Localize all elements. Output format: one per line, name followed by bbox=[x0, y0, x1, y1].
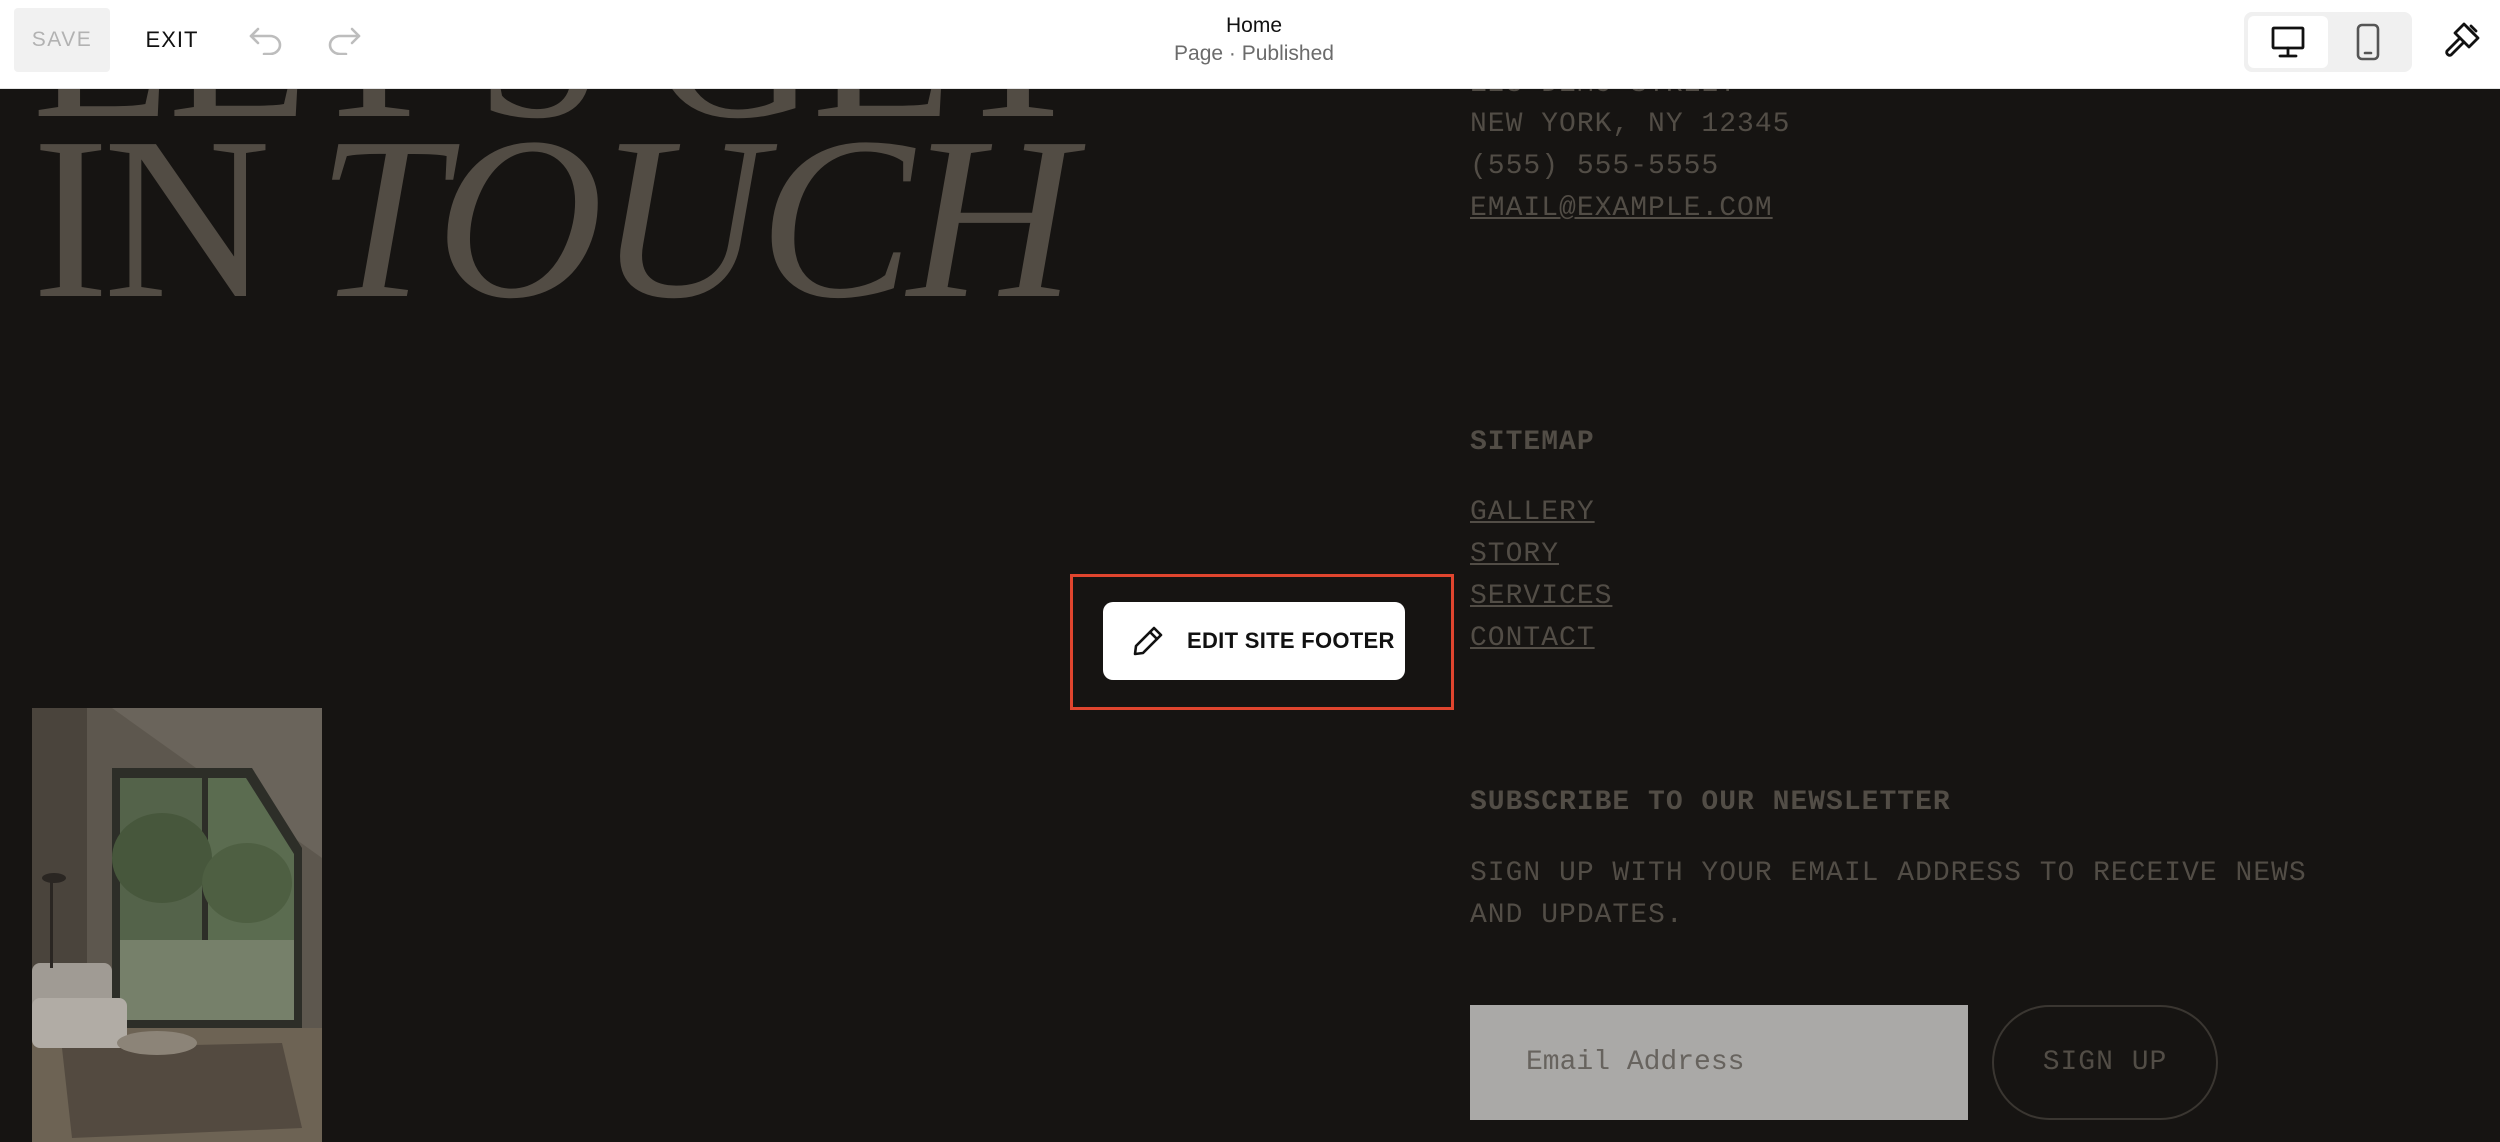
edit-site-footer-label: EDIT SITE FOOTER bbox=[1187, 628, 1395, 653]
sitemap-link-story[interactable]: STORY bbox=[1470, 539, 1559, 570]
newsletter-email-input[interactable] bbox=[1470, 1005, 1968, 1120]
sitemap-title: SITEMAP bbox=[1470, 427, 1595, 458]
pencil-icon bbox=[1133, 626, 1163, 656]
address-phone: (555) 555-5555 bbox=[1470, 151, 1720, 182]
paintbrush-icon[interactable] bbox=[2440, 18, 2484, 62]
device-toggle bbox=[2244, 12, 2412, 72]
page-title: Home bbox=[1225, 14, 1283, 37]
address-street: 123 DEMO STREET bbox=[1470, 89, 1737, 100]
sitemap-link-contact[interactable]: CONTACT bbox=[1470, 623, 1595, 654]
newsletter-signup-button[interactable]: SIGN UP bbox=[1992, 1005, 2218, 1120]
mobile-view-button[interactable] bbox=[2328, 16, 2408, 68]
newsletter-description: SIGN UP WITH YOUR EMAIL ADDRESS TO RECEI… bbox=[1470, 858, 2307, 931]
save-button[interactable]: SAVE bbox=[14, 8, 110, 72]
address-city: NEW YORK, NY 12345 bbox=[1470, 109, 1791, 140]
exit-button[interactable]: EXIT bbox=[136, 8, 208, 72]
page-status: Page · Published bbox=[1174, 42, 1334, 65]
sitemap-link-gallery[interactable]: GALLERY bbox=[1470, 497, 1595, 528]
redo-icon[interactable] bbox=[322, 18, 366, 62]
desktop-icon bbox=[2271, 26, 2305, 58]
footer-headline-regular: IN bbox=[32, 90, 271, 347]
address-email-link[interactable]: EMAIL@EXAMPLE.COM bbox=[1470, 193, 1773, 224]
page-title-block: Home Page · Published bbox=[1054, 12, 1454, 68]
desktop-view-button[interactable] bbox=[2248, 16, 2328, 68]
mobile-icon bbox=[2356, 23, 2380, 61]
undo-icon[interactable] bbox=[244, 18, 288, 62]
newsletter-title: SUBSCRIBE TO OUR NEWSLETTER bbox=[1470, 787, 1951, 818]
editor-toolbar: SAVE EXIT Home Page · Published bbox=[0, 0, 2500, 89]
footer-headline-italic: TOUCH bbox=[316, 90, 1075, 347]
footer-headline-line2: IN TOUCH bbox=[32, 103, 1075, 335]
edit-site-footer-button[interactable]: EDIT SITE FOOTER bbox=[1103, 602, 1405, 680]
sitemap-link-services[interactable]: SERVICES bbox=[1470, 581, 1612, 612]
interior-photo bbox=[32, 708, 322, 1142]
